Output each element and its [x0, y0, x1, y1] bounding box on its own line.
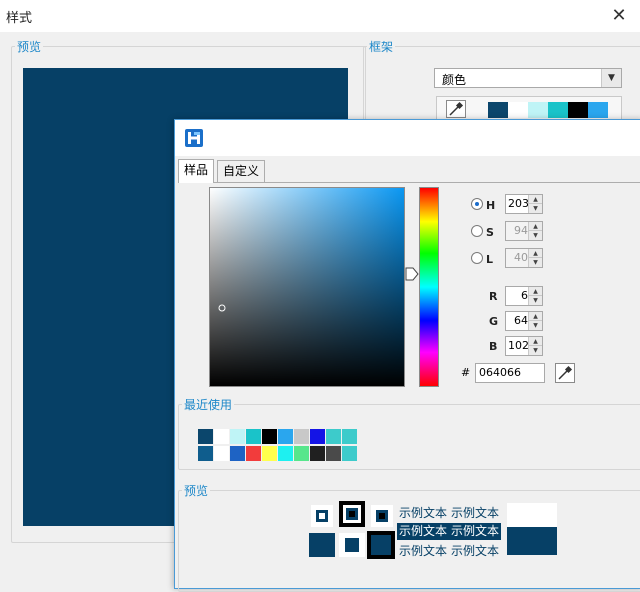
style-dialog-title: 样式 — [6, 11, 33, 26]
label-l: L — [486, 253, 494, 266]
r-spinner[interactable]: 6 ▲ ▼ — [505, 286, 543, 306]
sample-text-3b: 示例文本 — [451, 544, 500, 558]
app-logo-icon — [185, 129, 203, 147]
chevron-down-icon[interactable]: ▼ — [601, 69, 621, 87]
color-picker-dialog: 样品 自定义 H 203 ▲ ▼ S 94 ▲ ▼ L 40 ▲ ▼ R 6 ▲ ▼ G… — [174, 119, 640, 592]
sample-text-3a: 示例文本 — [399, 544, 448, 558]
eyedropper-icon[interactable] — [555, 363, 575, 383]
recent-swatch[interactable] — [262, 446, 277, 461]
l-value: 40 — [514, 251, 528, 264]
label-g: G — [489, 315, 499, 328]
preview-box-light — [311, 505, 333, 527]
recent-swatch[interactable] — [326, 429, 341, 444]
b-down-icon[interactable]: ▼ — [529, 346, 542, 355]
s-spinner: 94 ▲ ▼ — [505, 221, 543, 241]
frame-type-value: 颜色 — [442, 73, 467, 87]
preview-group-label: 预览 — [17, 40, 42, 54]
preview-box-dark-center — [371, 505, 393, 527]
frame-swatch[interactable] — [548, 102, 568, 118]
hex-input[interactable]: 064066 — [475, 363, 545, 383]
label-r: R — [489, 290, 498, 303]
style-dialog-titlebar: 样式 ✕ — [0, 0, 640, 32]
b-value: 102 — [508, 339, 529, 352]
saturation-value-area[interactable] — [209, 187, 405, 387]
s-value: 94 — [514, 224, 528, 237]
recent-swatch[interactable] — [214, 446, 229, 461]
hex-value: 064066 — [479, 366, 521, 379]
b-spinner[interactable]: 102 ▲ ▼ — [505, 336, 543, 356]
color-picker-titlebar — [175, 120, 640, 156]
g-up-icon[interactable]: ▲ — [529, 312, 542, 321]
frame-swatch[interactable] — [488, 102, 508, 118]
hex-hash-label: # — [461, 366, 471, 379]
tab-custom[interactable]: 自定义 — [217, 160, 266, 182]
g-spinner[interactable]: 64 ▲ ▼ — [505, 311, 543, 331]
recent-swatch[interactable] — [310, 429, 325, 444]
frame-swatch[interactable] — [528, 102, 548, 118]
frame-type-select[interactable]: 颜色 ▼ — [434, 68, 622, 88]
tab-samples[interactable]: 样品 — [178, 159, 215, 183]
eyedropper-icon[interactable] — [446, 100, 466, 118]
preview-fill-solid — [309, 533, 335, 557]
r-up-icon[interactable]: ▲ — [529, 287, 542, 296]
recent-swatch[interactable] — [262, 429, 277, 444]
s-up-icon: ▲ — [529, 222, 542, 231]
preview-fill-center — [339, 533, 365, 557]
preview-fill-framed — [367, 531, 395, 559]
recent-swatch[interactable] — [246, 446, 261, 461]
frame-swatch[interactable] — [568, 102, 588, 118]
b-up-icon[interactable]: ▲ — [529, 337, 542, 346]
recent-swatch[interactable] — [326, 446, 341, 461]
old-color-swatch — [507, 503, 557, 527]
tab-samples-label: 样品 — [184, 163, 209, 177]
preview-box-dark-frame — [339, 501, 365, 527]
tab-custom-label: 自定义 — [223, 164, 260, 178]
l-down-icon: ▼ — [529, 258, 542, 267]
l-spinner: 40 ▲ ▼ — [505, 248, 543, 268]
recent-swatch[interactable] — [294, 446, 309, 461]
recent-swatch[interactable] — [230, 446, 245, 461]
r-down-icon[interactable]: ▼ — [529, 296, 542, 305]
radio-s[interactable] — [471, 225, 483, 237]
new-color-swatch — [507, 527, 557, 555]
recent-colors-label: 最近使用 — [184, 398, 233, 412]
close-icon[interactable]: ✕ — [604, 4, 634, 28]
g-down-icon[interactable]: ▼ — [529, 321, 542, 330]
picker-preview-label: 预览 — [184, 484, 209, 498]
recent-swatch[interactable] — [278, 446, 293, 461]
frame-swatch[interactable] — [508, 102, 528, 118]
g-value: 64 — [514, 314, 528, 327]
recent-swatch[interactable] — [310, 446, 325, 461]
label-s: S — [486, 226, 494, 239]
h-down-icon[interactable]: ▼ — [529, 204, 542, 213]
sample-text-1b: 示例文本 — [451, 506, 500, 520]
recent-swatch[interactable] — [246, 429, 261, 444]
l-up-icon: ▲ — [529, 249, 542, 258]
hue-bar[interactable] — [419, 187, 439, 387]
r-value: 6 — [521, 289, 528, 302]
saturation-marker[interactable] — [218, 304, 226, 312]
h-spinner[interactable]: 203 ▲ ▼ — [505, 194, 543, 214]
sample-text-2b: 示例文本 — [451, 524, 500, 538]
recent-swatch[interactable] — [342, 429, 357, 444]
frame-group-label: 框架 — [369, 40, 394, 54]
recent-swatch[interactable] — [342, 446, 357, 461]
radio-l[interactable] — [471, 252, 483, 264]
recent-swatch[interactable] — [294, 429, 309, 444]
frame-swatch[interactable] — [588, 102, 608, 118]
recent-swatch[interactable] — [198, 446, 213, 461]
radio-h[interactable] — [471, 198, 483, 210]
label-b: B — [489, 340, 498, 353]
label-h: H — [486, 199, 496, 212]
h-up-icon[interactable]: ▲ — [529, 195, 542, 204]
sample-text-1a: 示例文本 — [399, 506, 448, 520]
recent-swatch[interactable] — [214, 429, 229, 444]
h-value: 203 — [508, 197, 529, 210]
recent-swatch[interactable] — [278, 429, 293, 444]
recent-swatch[interactable] — [198, 429, 213, 444]
recent-swatch[interactable] — [230, 429, 245, 444]
hue-slider-handle[interactable] — [405, 267, 419, 281]
s-down-icon: ▼ — [529, 231, 542, 240]
